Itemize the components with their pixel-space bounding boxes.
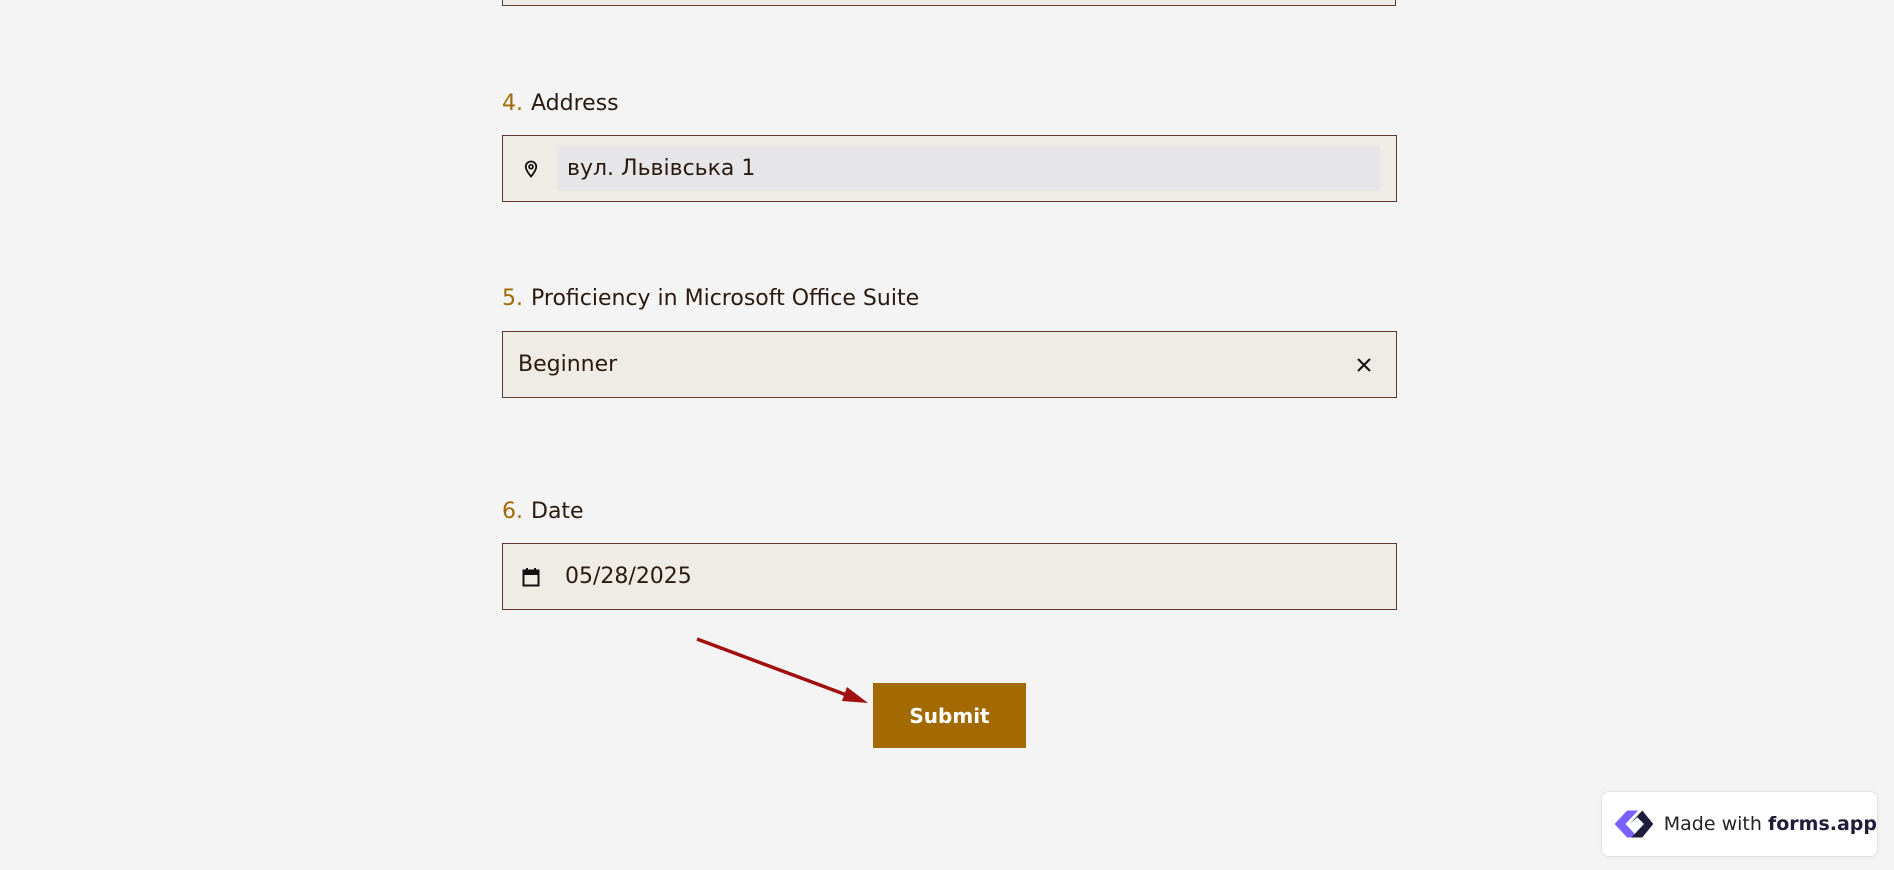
question-title: Address [531,91,619,116]
close-icon [1357,357,1371,372]
question-number: 5. [502,286,523,311]
question-number: 6. [502,499,523,524]
address-input[interactable]: вул. Львівська 1 [557,146,1380,191]
question-number: 4. [502,91,523,116]
address-field: вул. Львівська 1 [502,135,1397,202]
question-date: 6. Date 05/28/2025 [502,498,1397,610]
badge-brand: forms.app [1767,813,1877,835]
clear-selection-button[interactable] [1344,345,1384,385]
calendar-icon[interactable] [521,566,541,588]
question-label: 5. Proficiency in Microsoft Office Suite [502,285,1397,313]
question-label: 4. Address [502,90,1397,118]
question-address: 4. Address вул. Львівська 1 [502,90,1397,202]
badge-prefix: Made with [1663,813,1768,835]
annotation-arrow [696,637,868,703]
question-label: 6. Date [502,498,1397,526]
submit-button[interactable]: Submit [873,683,1026,748]
forms-app-logo-icon [1614,810,1654,838]
previous-field-edge [502,0,1396,6]
question-title: Proficiency in Microsoft Office Suite [531,286,920,311]
proficiency-select[interactable]: Beginner [502,331,1397,398]
question-proficiency: 5. Proficiency in Microsoft Office Suite… [502,285,1397,398]
location-pin-icon [521,158,541,180]
made-with-forms-app-badge[interactable]: Made with forms.app [1601,791,1878,857]
question-title: Date [531,499,584,524]
date-field[interactable]: 05/28/2025 [502,543,1397,610]
date-input[interactable]: 05/28/2025 [565,564,692,589]
badge-text: Made with forms.app [1664,813,1877,835]
select-value: Beginner [518,352,618,377]
